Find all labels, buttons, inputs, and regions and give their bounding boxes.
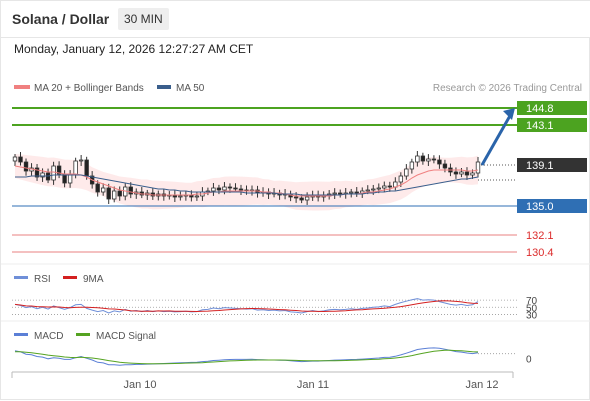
- price-chart: MA 20 + Bollinger Bands MA 50 Research ©…: [1, 83, 590, 391]
- candle-body: [299, 197, 304, 201]
- candle-body: [398, 175, 404, 183]
- candle-body: [304, 196, 310, 201]
- resistance-tag-label: 143.1: [526, 120, 554, 132]
- candle-body: [112, 190, 117, 200]
- rsi-line: [14, 298, 479, 314]
- macd-signal-legend-label: MACD Signal: [96, 331, 156, 342]
- ma50-legend-label: MA 50: [176, 83, 205, 94]
- candle-body: [415, 155, 420, 163]
- candle-body: [376, 187, 381, 190]
- candle-body: [84, 159, 89, 177]
- target-arrow: [480, 108, 515, 166]
- last-price-tag-label: 139.1: [526, 160, 554, 172]
- candle-body: [211, 187, 216, 192]
- candle-body: [227, 186, 233, 189]
- rsi-level-label: 30: [526, 310, 538, 321]
- candle-body: [117, 190, 122, 197]
- candle-body: [437, 159, 442, 165]
- x-axis-tick-label: Jan 10: [123, 379, 156, 391]
- rsi-ma-legend-swatch: [63, 276, 77, 279]
- candle-body: [404, 168, 409, 177]
- candle-body: [365, 189, 370, 192]
- macd-legend: MACD MACD Signal: [14, 331, 156, 342]
- candle-body: [382, 185, 387, 189]
- x-axis-tick-label: Jan 12: [465, 379, 498, 391]
- target-label: 132.1: [526, 230, 554, 242]
- rsi-legend-swatch: [14, 276, 28, 279]
- bollinger-band-fill: [15, 154, 478, 211]
- candle-body: [106, 187, 111, 200]
- support-tag-label: 135.0: [526, 201, 554, 213]
- bollinger-bands: [15, 154, 478, 211]
- copyright-text: Research © 2026 Trading Central: [433, 83, 582, 94]
- candle-body: [216, 187, 222, 191]
- candle-body: [431, 158, 437, 161]
- candle-body: [238, 188, 244, 191]
- x-axis: Jan 10 Jan 11 Jan 12: [11, 371, 514, 391]
- candle-body: [453, 171, 459, 175]
- rsi-legend: RSI 9MA: [14, 274, 104, 285]
- candle-body: [420, 155, 426, 162]
- chart-widget: Solana / Dollar 30 MIN Monday, January 1…: [0, 0, 590, 400]
- candle-body: [222, 186, 227, 191]
- candle-body: [475, 161, 481, 174]
- candle-body: [464, 171, 470, 176]
- candle-body: [23, 161, 29, 172]
- rsi-legend-label: RSI: [34, 274, 51, 285]
- level-tags: 144.8 143.1 139.1 135.0 132.1 130.4: [517, 101, 587, 259]
- candle-body: [349, 191, 354, 194]
- macd-signal-legend-swatch: [76, 333, 90, 336]
- target-label: 130.4: [526, 247, 554, 259]
- macd-legend-label: MACD: [34, 331, 63, 342]
- candle-body: [332, 192, 337, 195]
- candle-body: [470, 172, 475, 176]
- candle-body: [128, 186, 133, 195]
- candle-body: [100, 187, 106, 193]
- target-arrow-shaft: [480, 113, 513, 166]
- bollinger-legend-label: MA 20 + Bollinger Bands: [34, 83, 144, 94]
- candle-body: [387, 185, 393, 188]
- main-legend: MA 20 + Bollinger Bands MA 50 Research ©…: [14, 83, 582, 94]
- candle-body: [409, 161, 415, 170]
- candle-body: [194, 195, 200, 198]
- macd-legend-swatch: [14, 333, 28, 336]
- bollinger-legend-swatch: [14, 85, 30, 89]
- candle-body: [67, 174, 73, 184]
- candle-body: [178, 195, 183, 198]
- candle-body: [233, 187, 238, 190]
- candle-body: [95, 183, 100, 193]
- candle-body: [459, 171, 464, 175]
- candle-body: [12, 156, 18, 162]
- candle-body: [442, 163, 448, 169]
- candle-body: [338, 192, 343, 195]
- ma50-legend-swatch: [157, 85, 171, 89]
- macd-zero-label: 0: [526, 355, 532, 366]
- rsi-panel: 705030: [12, 296, 538, 321]
- candle-body: [426, 158, 431, 162]
- candle-body: [73, 160, 78, 176]
- candle-body: [293, 196, 299, 199]
- macd-panel: 0: [14, 347, 532, 366]
- candle-body: [18, 156, 23, 163]
- rsi-ma-line: [14, 300, 479, 313]
- candle-body: [354, 191, 359, 194]
- rsi-ma-legend-label: 9MA: [83, 274, 104, 285]
- candle-body: [51, 165, 56, 181]
- resistance-tag-label: 144.8: [526, 103, 554, 115]
- candle-body: [78, 159, 84, 162]
- x-axis-tick-label: Jan 11: [297, 379, 329, 391]
- candle-body: [371, 188, 376, 191]
